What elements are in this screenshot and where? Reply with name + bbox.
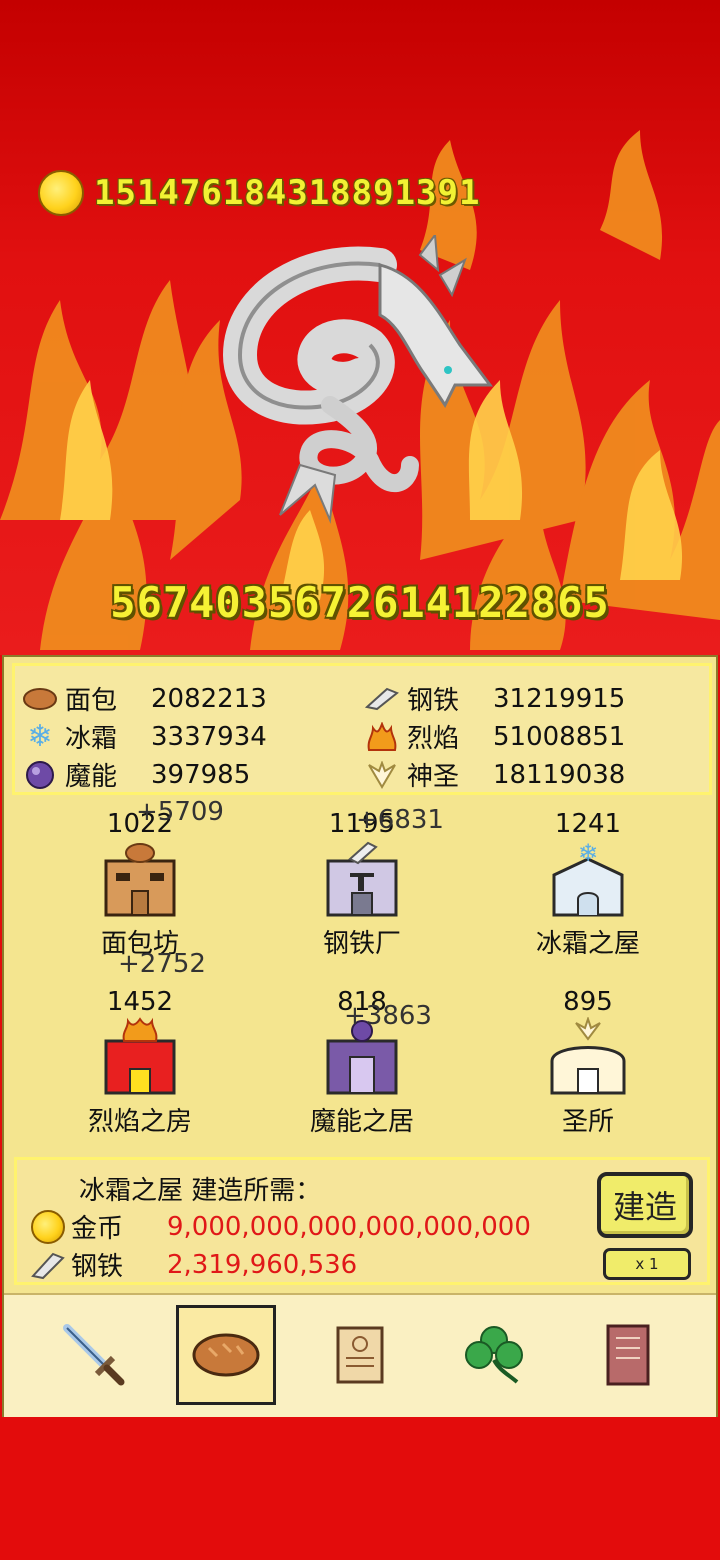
floating-income: +2752 <box>118 949 206 979</box>
battle-scene: 151476184318891391 567403567261412286­5 <box>0 0 720 655</box>
clover-icon <box>465 1326 523 1384</box>
resource-name: 钢铁 <box>407 686 460 716</box>
building-sanctuary[interactable]: 895 圣所 <box>498 987 678 1138</box>
steel-mill-icon <box>326 841 398 917</box>
resource-name: 面包 <box>65 686 118 716</box>
building-frost-house[interactable]: 1241 ❄ 冰霜之屋 <box>498 809 678 960</box>
flame-icon <box>365 721 399 752</box>
requirement-label: 钢铁 <box>71 1252 124 1282</box>
resource-value: 397985 <box>151 759 251 790</box>
building-count: 1452 <box>106 987 174 1017</box>
requirement-amount: 9,000,000,000,000,000,000 <box>167 1211 531 1242</box>
resource-name: 烈焰 <box>407 724 460 754</box>
resource-bread: 面包 2082213 <box>23 680 267 717</box>
tab-clover[interactable] <box>444 1305 544 1405</box>
requirement-amount: 2,319,960,536 <box>167 1249 358 1280</box>
floating-income: +3863 <box>344 1001 432 1031</box>
build-requirement: 冰霜之屋 建造所需： 金币 9,000,000,000,000,000,000 … <box>14 1157 710 1285</box>
flame-house-icon <box>104 1017 176 1095</box>
resource-name: 神圣 <box>407 762 460 792</box>
boss-hp: 567403567261412286­5 <box>110 578 610 627</box>
svg-text:❄: ❄ <box>578 839 598 867</box>
building-name: 魔能之居 <box>309 1107 414 1137</box>
building-bakery[interactable]: 1022 面包坊 <box>50 809 230 960</box>
bottom-tab-bar <box>4 1293 716 1417</box>
scroll-icon <box>336 1326 384 1384</box>
bread-icon <box>192 1333 260 1377</box>
building-name: 烈焰之房 <box>87 1107 192 1137</box>
coin-icon <box>31 1209 65 1244</box>
bakery-icon <box>104 843 176 917</box>
building-name: 圣所 <box>561 1107 614 1137</box>
snowflake-icon: ❄ <box>27 719 53 754</box>
requirement-label: 金币 <box>71 1214 124 1244</box>
sanctuary-icon <box>550 1015 626 1095</box>
gold-counter: 151476184318891391 <box>38 170 480 216</box>
requirement-steel: 钢铁 2,319,960,536 <box>31 1246 357 1283</box>
coin-icon <box>38 170 84 216</box>
resource-magic: 魔能 397985 <box>23 756 250 793</box>
build-button[interactable]: 建造 <box>597 1172 693 1238</box>
book-icon <box>606 1324 650 1386</box>
building-count: 1241 <box>554 809 622 839</box>
resource-holy: 神圣 18119038 <box>365 756 625 793</box>
resource-value: 2082213 <box>151 683 267 714</box>
resource-value: 3337934 <box>151 721 267 752</box>
frost-house-icon: ❄ <box>552 839 624 917</box>
requirement-title: 冰霜之屋 建造所需： <box>79 1176 322 1206</box>
multiplier-button[interactable]: x 1 <box>603 1248 691 1280</box>
sword-icon <box>63 1324 125 1386</box>
resource-steel: 钢铁 31219915 <box>365 680 625 717</box>
resource-frost: ❄ 冰霜 3337934 <box>23 718 267 755</box>
resource-panel: 面包 2082213 ❄ 冰霜 3337934 魔能 397985 钢铁 312… <box>2 655 718 1417</box>
gold-amount: 151476184318891391 <box>94 173 481 213</box>
building-name: 冰霜之屋 <box>535 929 640 959</box>
building-count: 895 <box>563 987 613 1017</box>
resource-summary: 面包 2082213 ❄ 冰霜 3337934 魔能 397985 钢铁 312… <box>12 663 712 795</box>
tab-bread[interactable] <box>176 1305 276 1405</box>
resource-value: 31219915 <box>493 683 626 714</box>
tab-scroll[interactable] <box>310 1305 410 1405</box>
building-name: 钢铁厂 <box>322 929 401 959</box>
magic-orb-icon <box>23 760 57 790</box>
resource-flame: 烈焰 51008851 <box>365 718 625 755</box>
bread-icon <box>23 684 57 714</box>
building-flame-house[interactable]: 1452 烈焰之房 <box>50 987 230 1138</box>
floating-income: +5709 <box>136 797 224 827</box>
dragon-boss[interactable] <box>220 235 510 525</box>
tab-book[interactable] <box>578 1305 678 1405</box>
resource-name: 冰霜 <box>65 724 118 754</box>
requirement-gold: 金币 9,000,000,000,000,000,000 <box>31 1208 531 1245</box>
steel-bar-icon <box>31 1252 65 1279</box>
floating-income: +6831 <box>356 805 444 835</box>
resource-name: 魔能 <box>65 762 118 792</box>
steel-bar-icon <box>365 684 399 714</box>
resource-value: 18119038 <box>493 759 626 790</box>
resource-value: 51008851 <box>493 721 626 752</box>
holy-wings-icon <box>365 760 399 790</box>
tab-sword[interactable] <box>44 1305 144 1405</box>
